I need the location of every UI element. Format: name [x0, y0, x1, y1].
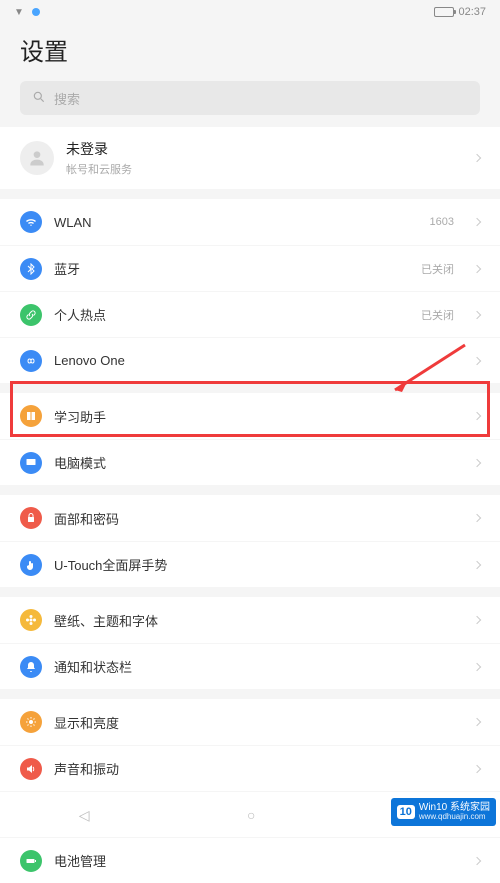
row-sound[interactable]: 声音和振动	[0, 745, 500, 791]
chevron-right-icon	[473, 356, 481, 364]
chevron-right-icon	[473, 264, 481, 272]
status-left: ▼	[14, 7, 40, 18]
chevron-right-icon	[473, 514, 481, 522]
search-input[interactable]: 搜索	[20, 81, 480, 115]
chevron-right-icon	[473, 662, 481, 670]
chevron-right-icon	[473, 764, 481, 772]
account-title: 未登录	[66, 139, 132, 159]
pc-mode-icon	[20, 452, 42, 474]
chevron-right-icon	[473, 616, 481, 624]
row-label: 学习助手	[54, 407, 462, 426]
row-pc-mode[interactable]: 电脑模式	[0, 439, 500, 485]
row-face-password[interactable]: 面部和密码	[0, 495, 500, 541]
row-label: WLAN	[54, 215, 418, 230]
row-label: 显示和亮度	[54, 713, 462, 732]
wifi-icon: ▼	[14, 7, 24, 18]
account-row[interactable]: 未登录 帐号和云服务	[0, 127, 500, 189]
row-label: 声音和振动	[54, 759, 462, 778]
watermark-logo: 10	[397, 805, 415, 819]
chevron-right-icon	[473, 412, 481, 420]
battery-icon	[20, 850, 42, 872]
chevron-right-icon	[473, 458, 481, 466]
battery-icon	[434, 7, 454, 17]
row-study-assistant[interactable]: 学习助手	[0, 393, 500, 439]
hotspot-icon	[20, 304, 42, 326]
section: WLAN 1603 蓝牙 已关闭 个人热点 已关闭 Lenovo One	[0, 199, 500, 383]
chevron-right-icon	[473, 560, 481, 568]
section: 面部和密码 U-Touch全面屏手势	[0, 495, 500, 587]
chevron-right-icon	[473, 718, 481, 726]
wlan-icon	[20, 211, 42, 233]
watermark: 10 Win10 系统家园 www.qdhuajin.com	[391, 798, 496, 826]
row-label: 蓝牙	[54, 259, 409, 278]
chevron-right-icon	[473, 154, 481, 162]
chevron-right-icon	[473, 856, 481, 864]
face-password-icon	[20, 507, 42, 529]
row-notification[interactable]: 通知和状态栏	[0, 643, 500, 689]
sound-icon	[20, 758, 42, 780]
nav-home[interactable]: ○	[247, 807, 255, 823]
row-hotspot[interactable]: 个人热点 已关闭	[0, 291, 500, 337]
study-assistant-icon	[20, 405, 42, 427]
row-label: U-Touch全面屏手势	[54, 555, 462, 574]
display-icon	[20, 711, 42, 733]
watermark-url: www.qdhuajin.com	[419, 813, 490, 822]
sync-dot-icon	[32, 8, 40, 16]
time-label: 02:37	[458, 6, 486, 18]
status-bar: ▼ 02:37	[0, 0, 500, 24]
notification-icon	[20, 656, 42, 678]
search-placeholder: 搜索	[54, 89, 80, 108]
row-wallpaper[interactable]: 壁纸、主题和字体	[0, 597, 500, 643]
row-value: 已关闭	[421, 261, 454, 277]
row-label: 壁纸、主题和字体	[54, 611, 462, 630]
row-label: 面部和密码	[54, 509, 462, 528]
row-utouch[interactable]: U-Touch全面屏手势	[0, 541, 500, 587]
row-display[interactable]: 显示和亮度	[0, 699, 500, 745]
row-label: 个人热点	[54, 305, 409, 324]
row-label: 电池管理	[54, 851, 462, 870]
row-battery[interactable]: 电池管理	[0, 837, 500, 883]
status-right: 02:37	[434, 6, 486, 18]
avatar	[20, 141, 54, 175]
nav-back[interactable]: ◁	[79, 807, 90, 824]
row-label: Lenovo One	[54, 353, 462, 368]
section: 壁纸、主题和字体 通知和状态栏	[0, 597, 500, 689]
utouch-icon	[20, 554, 42, 576]
row-label: 电脑模式	[54, 453, 462, 472]
chevron-right-icon	[473, 218, 481, 226]
chevron-right-icon	[473, 310, 481, 318]
bluetooth-icon	[20, 258, 42, 280]
section: 学习助手 电脑模式	[0, 393, 500, 485]
account-sub: 帐号和云服务	[66, 161, 132, 177]
row-lenovo-one[interactable]: Lenovo One	[0, 337, 500, 383]
row-value: 1603	[430, 216, 454, 228]
row-value: 已关闭	[421, 307, 454, 323]
search-icon	[32, 90, 46, 107]
page-title: 设置	[0, 24, 500, 81]
row-label: 通知和状态栏	[54, 657, 462, 676]
row-wlan[interactable]: WLAN 1603	[0, 199, 500, 245]
wallpaper-icon	[20, 609, 42, 631]
row-bluetooth[interactable]: 蓝牙 已关闭	[0, 245, 500, 291]
lenovo-one-icon	[20, 350, 42, 372]
section: 显示和亮度 声音和振动 应用管理 电池管理	[0, 699, 500, 883]
